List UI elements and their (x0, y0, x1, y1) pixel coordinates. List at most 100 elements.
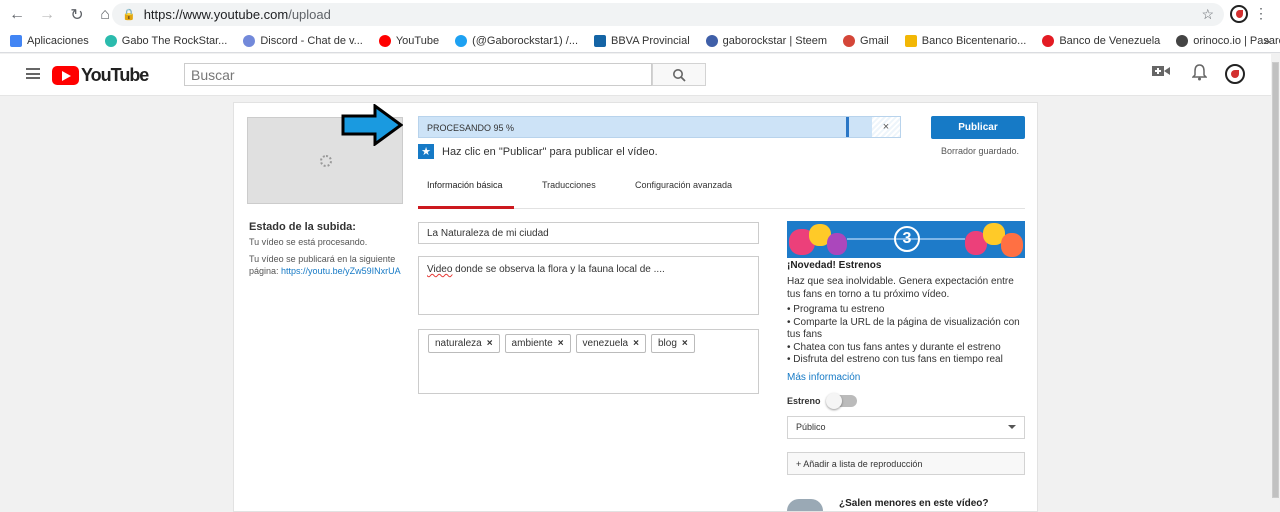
minors-icon (787, 499, 823, 511)
bookmark-label: gaborockstar | Steem (722, 34, 828, 47)
more-info-link[interactable]: Más información (787, 372, 860, 383)
countdown-number: 3 (894, 226, 920, 252)
bookmark-item[interactable]: Banco Bicentenario... (904, 34, 1027, 47)
search-input[interactable]: Buscar (184, 63, 652, 86)
premieres-banner: 3 (787, 221, 1025, 258)
upload-status-title: Estado de la subida: (249, 221, 356, 233)
bookmark-favicon-icon (1176, 34, 1189, 47)
lock-icon: 🔒 (122, 9, 136, 21)
bookmark-item[interactable]: Gabo The RockStar... (104, 34, 228, 47)
bookmark-label: Aplicaciones (27, 34, 89, 47)
tag-chip: blog × (650, 334, 695, 353)
bookmark-favicon-icon (705, 34, 718, 47)
news-feature-list: Programa tu estreno Comparte la URL de l… (787, 304, 1025, 367)
bookmarks-bar: Aplicaciones Gabo The RockStar... Discord … (0, 29, 1280, 53)
draft-saved-text: Borrador guardado. (941, 146, 1020, 156)
bookmark-item[interactable]: YouTube (378, 34, 440, 47)
forward-icon[interactable]: → (36, 4, 58, 26)
account-avatar[interactable] (1225, 64, 1245, 84)
tab-translations[interactable]: Traducciones (542, 180, 596, 190)
processing-progress-bar: PROCESANDO 95 % × (418, 116, 901, 138)
url-path: /upload (288, 7, 331, 22)
youtube-logo[interactable]: YouTube (52, 65, 149, 86)
tag-chip: ambiente × (504, 334, 571, 353)
remove-tag-icon[interactable]: × (558, 338, 564, 349)
tag-label: ambiente (511, 338, 553, 349)
bookmark-item[interactable]: BBVA Provincial (594, 34, 690, 47)
menu-dots-icon[interactable]: ⋮ (1254, 6, 1268, 20)
publish-hint-text: Haz clic en "Publicar" para publicar el … (442, 145, 658, 158)
bookmark-label: Gabo The RockStar... (121, 34, 228, 47)
premiere-label: Estreno (787, 396, 821, 406)
tab-advanced-settings[interactable]: Configuración avanzada (635, 180, 732, 190)
tag-label: naturaleza (435, 338, 482, 349)
url-host: https://www.youtube.com (143, 7, 289, 22)
list-item: Disfruta del estreno con tus fans en tie… (787, 354, 1025, 367)
bookmark-favicon-icon (843, 34, 856, 47)
bookmark-label: Banco Bicentenario... (921, 34, 1027, 47)
youtube-play-icon (52, 66, 79, 85)
search-icon (673, 68, 686, 82)
description-field[interactable]: Video donde se observa la flora y la fau… (418, 256, 759, 315)
remove-tag-icon[interactable]: × (682, 338, 688, 349)
cancel-upload-button[interactable]: × (872, 117, 900, 137)
spellcheck-word: Video (427, 264, 453, 275)
minors-question: ¿Salen menores en este vídeo? (839, 498, 989, 509)
youtube-header: YouTube Buscar (0, 54, 1271, 96)
bookmark-item[interactable]: (@Gaborockstar1) /... (455, 34, 578, 47)
upload-card: Estado de la subida: Tu vídeo se está pr… (233, 102, 1038, 512)
address-bar[interactable]: 🔒 https://www.youtube.com/upload ☆ (112, 3, 1224, 26)
bookmark-item[interactable]: Gmail (843, 34, 889, 47)
tags-field[interactable]: naturaleza × ambiente × venezuela × blog × (418, 329, 759, 394)
menu-icon[interactable] (26, 68, 40, 79)
chevron-down-icon (1008, 425, 1016, 429)
bookmark-star-icon[interactable]: ☆ (1201, 6, 1214, 23)
remove-tag-icon[interactable]: × (633, 338, 639, 349)
banner-character (1001, 233, 1023, 257)
news-title: ¡Novedad! Estrenos (787, 260, 882, 271)
bookmark-item[interactable]: Aplicaciones (10, 34, 89, 47)
premiere-row: Estreno (787, 393, 857, 409)
progress-label: PROCESANDO 95 % (427, 123, 515, 133)
tab-bar: Información básica Traducciones Configur… (418, 175, 1025, 209)
active-tab-indicator (418, 206, 514, 209)
tag-chip: naturaleza × (428, 334, 500, 353)
bookmark-label: (@Gaborockstar1) /... (472, 34, 578, 47)
add-to-playlist-button[interactable]: + Añadir a lista de reproducción (787, 452, 1025, 475)
page-scrollbar[interactable] (1271, 54, 1280, 507)
bookmark-item[interactable]: Discord - Chat de v... (243, 34, 363, 47)
bookmark-favicon-icon (904, 34, 917, 47)
bookmark-label: Banco de Venezuela (1059, 34, 1161, 47)
remove-tag-icon[interactable]: × (487, 338, 493, 349)
search-button[interactable] (652, 63, 706, 86)
bookmark-label: BBVA Provincial (611, 34, 690, 47)
bookmark-favicon-icon (243, 34, 256, 47)
bookmark-item[interactable]: Banco de Venezuela (1042, 34, 1161, 47)
scrollbar-thumb[interactable] (1272, 62, 1279, 498)
more-bookmarks-icon[interactable]: » (1263, 34, 1270, 48)
list-item: Programa tu estreno (787, 304, 1025, 317)
title-field[interactable]: La Naturaleza de mi ciudad (418, 222, 759, 244)
tag-label: blog (657, 338, 677, 349)
tag-label: venezuela (582, 338, 629, 349)
bookmark-item[interactable]: gaborockstar | Steem (705, 34, 828, 47)
back-icon[interactable]: ← (6, 4, 28, 26)
tab-basic-info[interactable]: Información básica (427, 180, 503, 190)
video-link[interactable]: https://youtu.be/yZw59INxrUA (281, 266, 401, 276)
bookmark-favicon-icon (104, 34, 117, 47)
bookmark-favicon-icon (594, 34, 606, 47)
bell-icon[interactable] (1191, 64, 1208, 86)
bookmark-label: YouTube (395, 34, 440, 47)
tag-chip: venezuela × (575, 334, 646, 353)
upload-video-icon[interactable] (1152, 64, 1170, 83)
reload-icon[interactable]: ↻ (66, 4, 88, 26)
browser-toolbar: ← → ↻ ⌂ 🔒 https://www.youtube.com/upload… (0, 0, 1280, 29)
banner-character (827, 233, 847, 255)
privacy-select[interactable]: Público (787, 416, 1025, 439)
profile-avatar[interactable] (1230, 5, 1248, 23)
premiere-toggle[interactable] (825, 393, 857, 409)
loading-spinner-icon (320, 155, 332, 167)
description-text: donde se observa la flora y la fauna loc… (452, 264, 665, 275)
news-body: Haz que sea inolvidable. Genera expectac… (787, 276, 1014, 300)
publish-button[interactable]: Publicar (931, 116, 1025, 139)
